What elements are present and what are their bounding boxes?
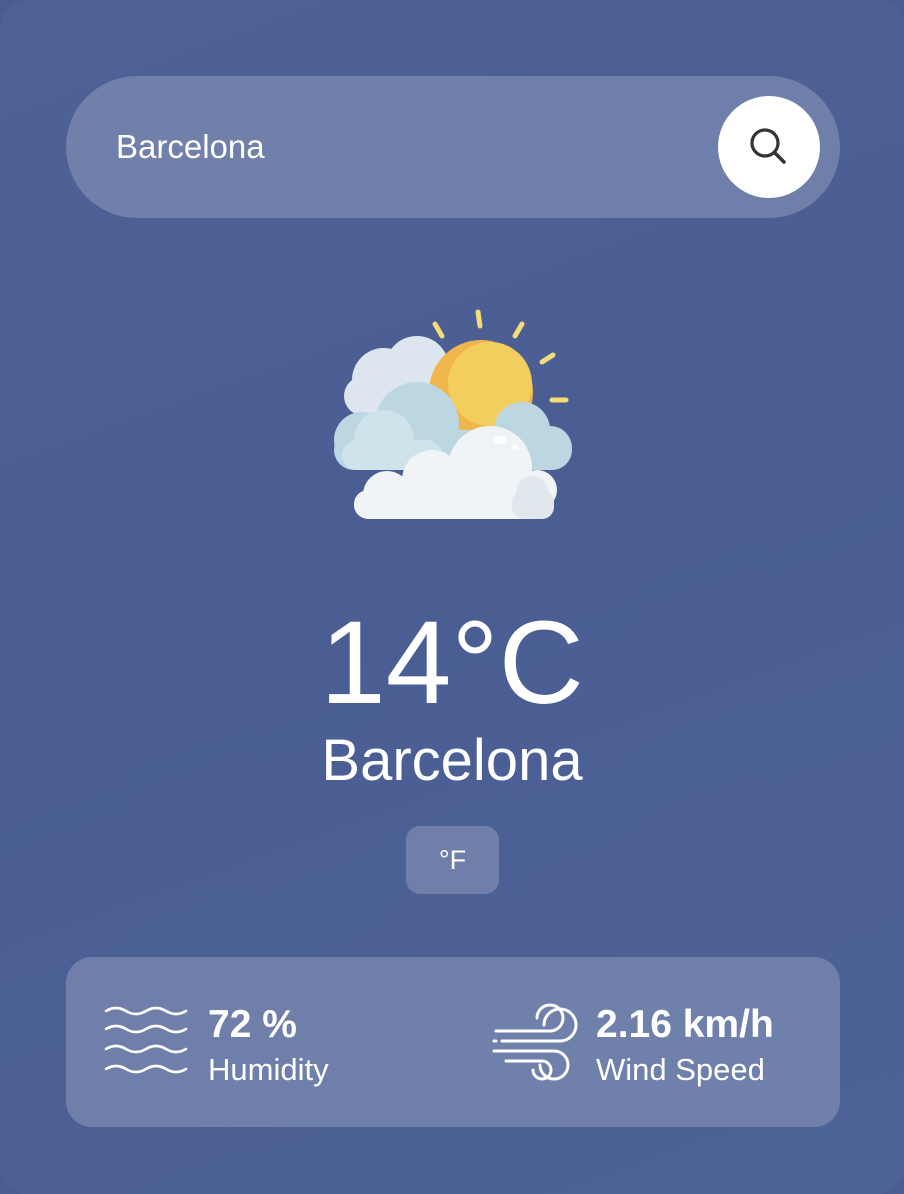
- wind-detail: 2.16 km/h Wind Speed: [456, 957, 840, 1127]
- search-bar: [66, 76, 840, 218]
- partly-cloudy-sun-icon: [334, 309, 572, 519]
- search-icon: [750, 128, 786, 164]
- unit-toggle-button[interactable]: °F: [406, 826, 499, 894]
- humidity-detail: 72 % Humidity: [66, 957, 446, 1127]
- wind-icon: [492, 1003, 578, 1081]
- weather-card: 14°C Barcelona °F 72 % Humidity: [0, 0, 904, 1194]
- weather-details-panel: 72 % Humidity 2.16 km/h Wind Speed: [66, 957, 840, 1127]
- search-button[interactable]: [718, 96, 820, 198]
- humidity-value: 72 %: [208, 1003, 297, 1046]
- temperature-value: 14°C: [320, 597, 584, 729]
- search-input[interactable]: [116, 112, 676, 182]
- wind-speed-label: Wind Speed: [596, 1052, 765, 1087]
- humidity-label: Humidity: [208, 1052, 329, 1087]
- humidity-waves-icon: [104, 1006, 188, 1074]
- city-name: Barcelona: [321, 728, 583, 793]
- wind-speed-value: 2.16 km/h: [596, 1003, 774, 1046]
